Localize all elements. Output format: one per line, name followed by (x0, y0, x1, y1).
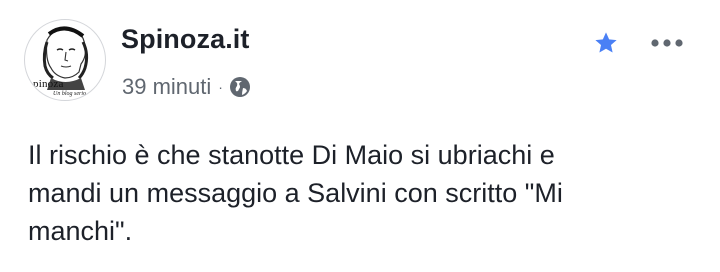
page-name[interactable]: Spinoza.it (121, 24, 250, 55)
post-text-line: Il rischio è che stanotte Di Maio si ubr… (28, 140, 555, 170)
post-timestamp[interactable]: 39 minuti (122, 74, 211, 100)
star-icon[interactable] (593, 30, 619, 56)
avatar-subcaption: Un blog serio (53, 91, 86, 97)
post-text: Il rischio è che stanotte Di Maio si ubr… (28, 136, 688, 250)
post-meta: 39 minuti · (122, 73, 251, 101)
avatar[interactable]: pinoza Un blog serio (24, 19, 106, 101)
post-card: pinoza Un blog serio Spinoza.it 39 minut… (0, 0, 720, 272)
meta-separator: · (218, 79, 223, 95)
avatar-caption: pinoza (33, 78, 64, 90)
post-text-line: mandi un messaggio a Salvini con scritto… (28, 178, 563, 208)
more-icon[interactable] (650, 38, 684, 48)
globe-icon (229, 77, 250, 97)
post-text-line: manchi". (28, 216, 133, 246)
